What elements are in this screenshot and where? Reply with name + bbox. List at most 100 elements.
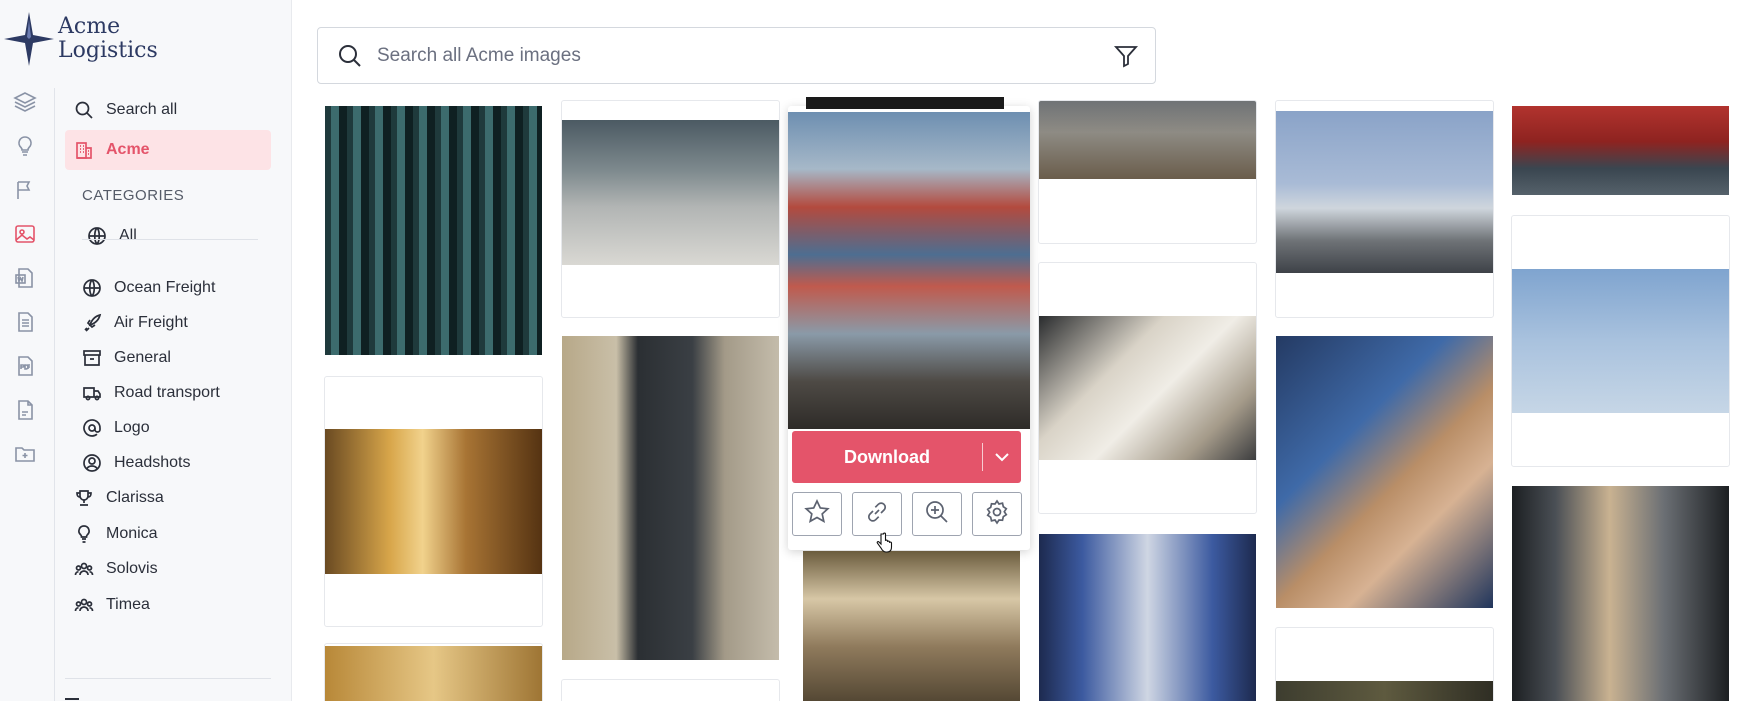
image-card[interactable]	[1038, 262, 1257, 514]
nav-label: Road transport	[114, 384, 220, 401]
hand-cursor-icon	[876, 532, 893, 553]
nav-label: Acme	[106, 141, 150, 158]
star-icon	[803, 498, 831, 531]
nav-acme[interactable]: Acme	[65, 130, 271, 170]
sidebar: Acme Logistics Search all Acme CATEGORIE…	[0, 0, 292, 701]
at-sign-icon	[82, 418, 102, 438]
image-card[interactable]	[1511, 215, 1730, 467]
image-card[interactable]	[1038, 100, 1257, 244]
image-thumbnail[interactable]	[1512, 106, 1729, 195]
image-thumbnail[interactable]	[1276, 336, 1493, 608]
nav-category-ocean-freight[interactable]: Ocean Freight	[56, 268, 262, 308]
users-icon	[74, 595, 94, 615]
doc-word-icon[interactable]	[13, 266, 37, 290]
nav-label: Search all	[106, 101, 178, 118]
image-thumbnail[interactable]	[325, 646, 542, 701]
globe-icon	[87, 226, 107, 246]
brand-logo[interactable]: Acme Logistics	[4, 12, 158, 66]
bulb-icon[interactable]	[13, 134, 37, 158]
favorite-button[interactable]	[792, 492, 842, 536]
layers-icon[interactable]	[13, 90, 37, 114]
image-thumbnail[interactable]	[1039, 316, 1256, 460]
divider	[82, 239, 258, 240]
nav-category-headshots[interactable]: Headshots	[56, 443, 262, 483]
nav-category-air-freight[interactable]: Air Freight	[56, 303, 262, 343]
nav-category-logo[interactable]: Logo	[56, 408, 262, 448]
nav-category-general[interactable]: General	[56, 338, 262, 378]
search-input[interactable]	[377, 44, 1077, 67]
archive-icon	[82, 348, 102, 368]
image-thumbnail[interactable]	[1512, 486, 1729, 701]
bulb-icon	[74, 524, 94, 544]
image-card[interactable]	[1275, 627, 1494, 701]
doc-lines-icon[interactable]	[13, 310, 37, 334]
nav-label: Air Freight	[114, 314, 188, 331]
nav-clarissa[interactable]: Clarissa	[65, 478, 271, 518]
image-thumbnail[interactable]	[803, 551, 1020, 701]
image-thumbnail[interactable]	[325, 106, 542, 355]
nav-label: Clarissa	[106, 489, 164, 506]
nav-label: Logo	[114, 419, 150, 436]
zoom-in-icon	[923, 498, 951, 531]
nav-label: Timea	[106, 596, 150, 613]
rocket-icon	[82, 313, 102, 333]
image-card[interactable]	[561, 679, 780, 701]
image-thumbnail[interactable]	[562, 336, 779, 660]
pdf-icon[interactable]	[13, 354, 37, 378]
icon-rail	[0, 88, 55, 701]
folder-plus-icon[interactable]	[13, 442, 37, 466]
categories-heading: CATEGORIES	[82, 187, 185, 204]
main-content: Download	[292, 0, 1753, 701]
globe-icon	[82, 278, 102, 298]
nav-label: Ocean Freight	[114, 279, 216, 296]
nav-timea[interactable]: Timea	[65, 585, 271, 625]
image-thumbnail[interactable]	[325, 429, 542, 574]
filter-icon[interactable]	[1113, 43, 1139, 69]
download-button[interactable]: Download	[792, 431, 1021, 483]
image-card[interactable]	[324, 376, 543, 627]
nav-monica[interactable]: Monica	[65, 514, 271, 554]
image-thumbnail[interactable]	[788, 112, 1030, 429]
nav-category-road-transport[interactable]: Road transport	[56, 373, 262, 413]
gear-icon	[983, 498, 1011, 531]
brand-name: Acme Logistics	[58, 15, 158, 63]
image-card[interactable]	[1275, 100, 1494, 318]
flag-icon[interactable]	[13, 178, 37, 202]
chevron-down-icon[interactable]	[983, 447, 1021, 467]
image-caption-strip	[806, 97, 1004, 109]
zoom-button[interactable]	[912, 492, 962, 536]
image-thumbnail[interactable]	[1512, 269, 1729, 413]
nav-label: General	[114, 349, 171, 366]
image-icon[interactable]	[13, 222, 37, 246]
nav-search-all[interactable]: Search all	[65, 90, 271, 130]
image-thumbnail[interactable]	[1039, 101, 1256, 179]
brand-line-1: Acme	[58, 14, 121, 39]
settings-button[interactable]	[972, 492, 1022, 536]
compass-star-icon	[4, 12, 54, 66]
image-card-hovered[interactable]: Download	[788, 97, 1030, 550]
building-icon	[74, 140, 94, 160]
image-thumbnail[interactable]	[1039, 534, 1256, 701]
copy-link-button[interactable]	[852, 492, 902, 536]
image-thumbnail[interactable]	[562, 120, 779, 265]
nav-solovis[interactable]: Solovis	[65, 549, 271, 589]
brand-line-2: Logistics	[58, 38, 158, 63]
nav-category-all[interactable]: All	[61, 216, 267, 256]
link-icon	[863, 498, 891, 531]
search-bar	[317, 27, 1156, 84]
partial-nav-item	[65, 698, 79, 700]
image-thumbnail[interactable]	[1276, 111, 1493, 273]
image-card[interactable]	[324, 643, 543, 701]
nav-label: Solovis	[106, 560, 158, 577]
download-label: Download	[844, 446, 930, 467]
users-icon	[74, 559, 94, 579]
search-icon	[74, 100, 94, 120]
file-icon[interactable]	[13, 398, 37, 422]
nav-label: All	[119, 227, 137, 244]
truck-icon	[82, 383, 102, 403]
image-thumbnail[interactable]	[1276, 681, 1493, 701]
nav-label: Headshots	[114, 454, 191, 471]
trophy-icon	[74, 488, 94, 508]
user-circle-icon	[82, 453, 102, 473]
image-card[interactable]	[561, 100, 780, 318]
